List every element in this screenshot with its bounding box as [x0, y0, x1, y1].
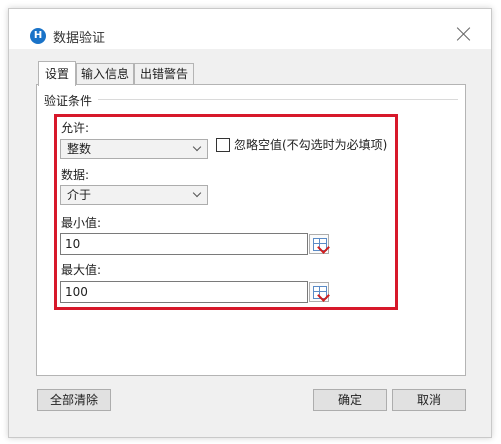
- app-logo-icon: H: [30, 28, 46, 44]
- tab-settings[interactable]: 设置: [38, 61, 76, 86]
- ignore-blank-label[interactable]: 忽略空值(不勾选时为必填项): [234, 136, 387, 153]
- data-label: 数据:: [61, 168, 90, 182]
- range-picker-icon[interactable]: [309, 282, 330, 302]
- data-select[interactable]: 介于: [60, 185, 208, 205]
- maximum-input[interactable]: 100: [60, 281, 308, 303]
- close-icon[interactable]: [457, 27, 471, 41]
- data-select-value: 介于: [67, 188, 92, 202]
- allow-select-value: 整数: [67, 142, 92, 156]
- tab-error-alert[interactable]: 出错警告: [134, 63, 194, 84]
- title-bar: H 数据验证: [9, 9, 491, 49]
- chevron-down-icon: [192, 142, 202, 152]
- allow-select[interactable]: 整数: [60, 139, 208, 159]
- maximum-label: 最大值:: [61, 263, 102, 277]
- clear-all-button[interactable]: 全部清除: [37, 389, 111, 411]
- range-picker-icon[interactable]: [309, 234, 330, 254]
- dialog-title: 数据验证: [53, 31, 106, 46]
- validation-criteria-label: 验证条件: [44, 94, 93, 108]
- allow-label: 允许:: [61, 121, 90, 135]
- minimum-label: 最小值:: [61, 216, 102, 230]
- tab-input-message[interactable]: 输入信息: [76, 63, 134, 84]
- ok-button[interactable]: 确定: [313, 389, 387, 411]
- cancel-button[interactable]: 取消: [392, 389, 466, 411]
- minimum-input[interactable]: 10: [60, 233, 308, 255]
- group-divider: [98, 99, 458, 100]
- ignore-blank-checkbox[interactable]: [216, 138, 230, 152]
- chevron-down-icon: [192, 188, 202, 198]
